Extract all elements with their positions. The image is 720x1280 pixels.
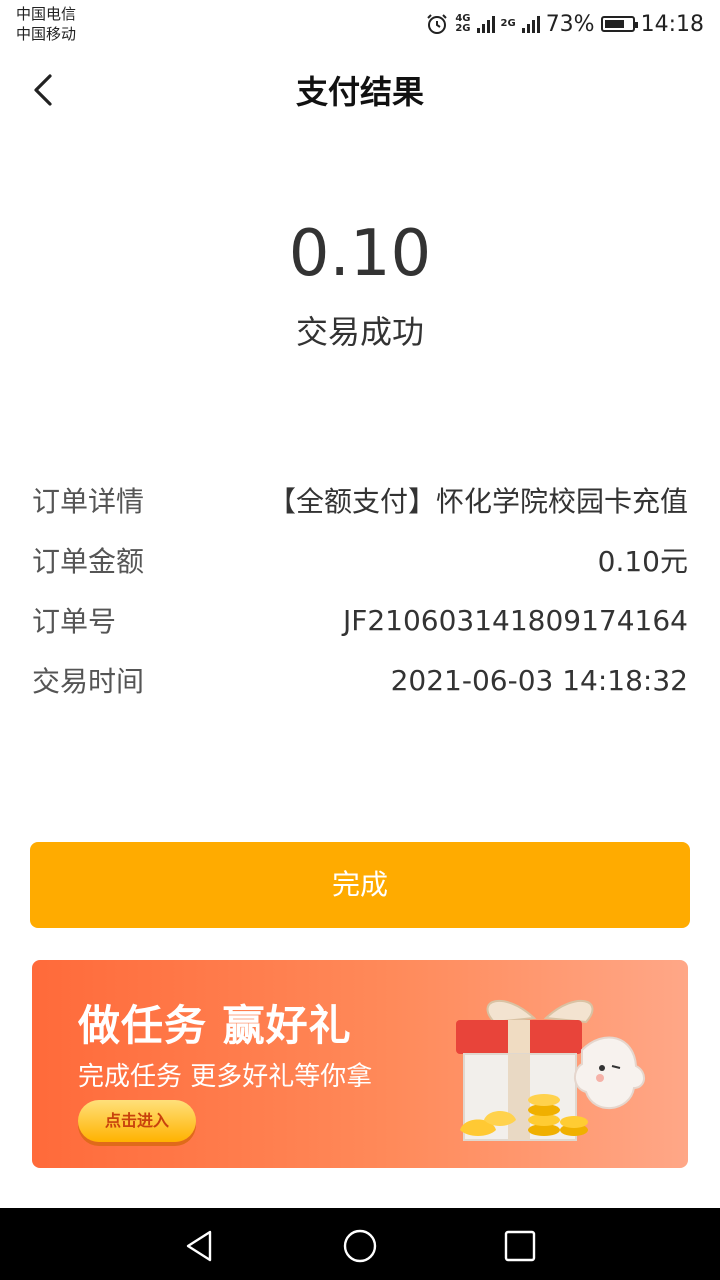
- banner-subtitle: 完成任务 更多好礼等你拿: [78, 1062, 373, 1092]
- battery-percent: 73%: [545, 11, 595, 37]
- detail-row-order-info: 订单详情 【全额支付】怀化学院校园卡充值: [32, 470, 688, 530]
- status-bar: 中国电信 中国移动 4G 2G 2G 73% 14:18: [0, 0, 720, 48]
- network-type-1: 4G 2G: [455, 13, 471, 34]
- alarm-icon: [427, 14, 448, 34]
- nav-bar: 支付结果: [0, 52, 720, 132]
- signal-icon-1: [476, 15, 495, 33]
- payment-amount: 0.10: [288, 217, 432, 291]
- carrier-2: 中国移动: [16, 25, 77, 43]
- network-type-2: 2G: [500, 18, 516, 29]
- carrier-1: 中国电信: [16, 5, 77, 23]
- done-button[interactable]: 完成: [30, 842, 690, 928]
- home-nav-icon[interactable]: [340, 1226, 380, 1266]
- detail-row-amount: 订单金额 0.10元: [32, 530, 688, 590]
- detail-label: 交易时间: [32, 665, 145, 698]
- payment-status: 交易成功: [295, 313, 424, 351]
- banner-title: 做任务 赢好礼: [78, 1001, 352, 1050]
- detail-row-time: 交易时间 2021-06-03 14:18:32: [32, 650, 688, 710]
- back-nav-icon[interactable]: [180, 1226, 220, 1266]
- recents-nav-icon[interactable]: [500, 1226, 540, 1266]
- system-nav-bar: [0, 1208, 720, 1280]
- carrier-labels: 中国电信 中国移动: [16, 4, 76, 44]
- detail-value: 【全额支付】怀化学院校园卡充值: [267, 485, 688, 518]
- detail-label: 订单号: [32, 605, 117, 638]
- clock: 14:18: [640, 11, 704, 37]
- detail-label: 订单详情: [32, 485, 145, 518]
- gift-box-illustration: [456, 999, 645, 1141]
- signal-icon-2: [521, 15, 540, 33]
- order-details: 订单详情 【全额支付】怀化学院校园卡充值 订单金额 0.10元 订单号 JF21…: [32, 470, 688, 710]
- battery-icon: [600, 16, 638, 32]
- detail-value: 0.10元: [597, 545, 688, 578]
- detail-label: 订单金额: [32, 545, 145, 578]
- banner-enter-button[interactable]: 点击进入: [78, 1100, 196, 1142]
- page-title: 支付结果: [295, 73, 424, 111]
- promo-banner[interactable]: 做任务 赢好礼 完成任务 更多好礼等你拿 点击进入: [32, 960, 688, 1168]
- detail-value: 2021-06-03 14:18:32: [390, 663, 688, 697]
- detail-row-order-number: 订单号 JF2106031418091741​64: [32, 590, 688, 650]
- detail-value: JF2106031418091741​64: [342, 603, 688, 637]
- status-icons: 4G 2G 2G 73% 14:18: [425, 10, 704, 38]
